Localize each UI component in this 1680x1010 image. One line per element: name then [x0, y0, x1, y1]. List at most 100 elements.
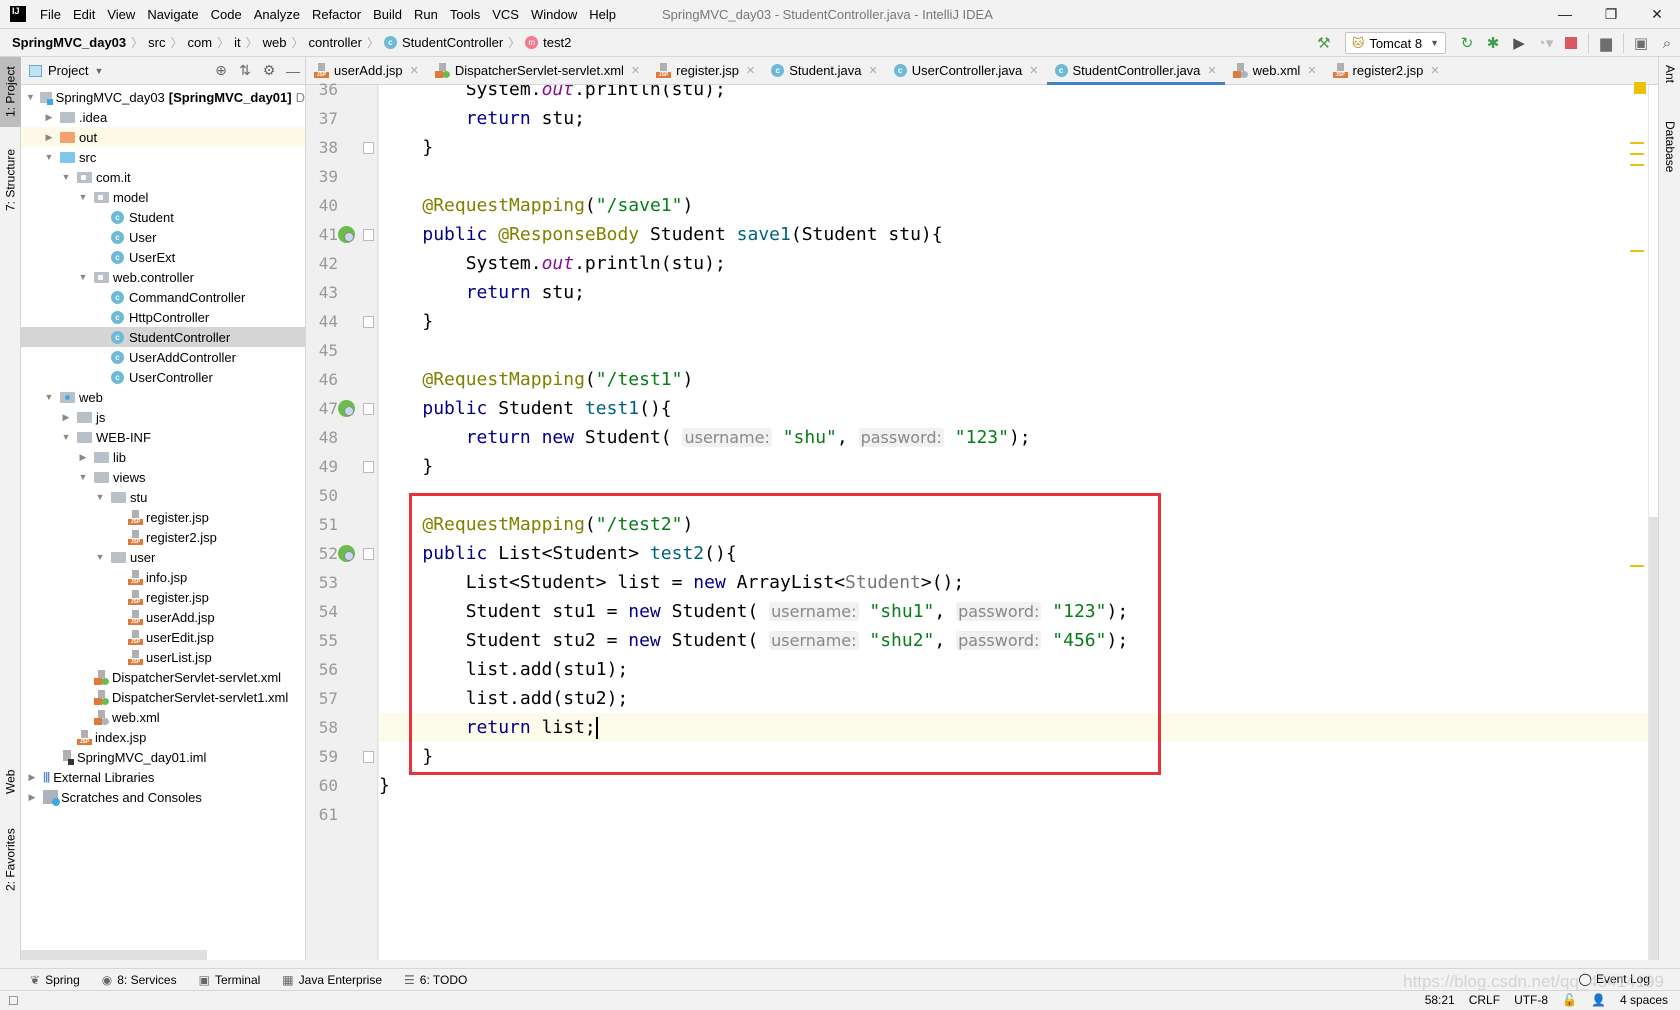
- close-button[interactable]: ✕: [1634, 0, 1680, 28]
- tool-window-structure[interactable]: 7: Structure: [0, 137, 21, 222]
- fold-marker-icon[interactable]: [363, 461, 374, 473]
- tree-node[interactable]: ▶ js: [21, 407, 305, 427]
- tab-web-xml[interactable]: web.xml ✕: [1225, 57, 1325, 84]
- tree-node[interactable]: ▼ user: [21, 547, 305, 567]
- tree-node[interactable]: ▼ WEB-INF: [21, 427, 305, 447]
- tab-studentcontroller-java[interactable]: c StudentController.java ✕: [1046, 57, 1225, 85]
- expand-arrow-right-icon[interactable]: ▶: [42, 112, 56, 123]
- expand-arrow-right-icon[interactable]: ▶: [59, 412, 73, 423]
- fold-marker-icon[interactable]: [363, 229, 374, 241]
- debug-icon[interactable]: ✱: [1480, 32, 1506, 54]
- tree-node[interactable]: info.jsp: [21, 567, 305, 587]
- run-with-coverage-icon[interactable]: ▶: [1506, 32, 1532, 54]
- spring-request-mapping-icon[interactable]: [338, 545, 355, 562]
- breadcrumb-item[interactable]: web: [259, 35, 291, 50]
- expand-arrow-right-icon[interactable]: ▶: [25, 792, 39, 803]
- menu-edit[interactable]: Edit: [67, 7, 101, 22]
- breadcrumb-item[interactable]: it: [230, 35, 245, 50]
- menu-help[interactable]: Help: [583, 7, 622, 22]
- tree-node[interactable]: DispatcherServlet-servlet.xml: [21, 667, 305, 687]
- minimize-button[interactable]: —: [1542, 0, 1588, 28]
- tree-node[interactable]: SpringMVC_day01.iml: [21, 747, 305, 767]
- expand-arrow-down-icon[interactable]: ▼: [42, 392, 56, 402]
- horizontal-scrollbar[interactable]: [21, 950, 207, 960]
- expand-arrow-down-icon[interactable]: ▼: [76, 472, 90, 482]
- tree-node[interactable]: ▶ ||| External Libraries: [21, 767, 305, 787]
- profile-icon[interactable]: ◔▾: [1532, 32, 1558, 54]
- tool-window-6-todo[interactable]: ☰ 6: TODO: [404, 973, 467, 987]
- fold-marker-icon[interactable]: [363, 548, 374, 560]
- tab-register-jsp[interactable]: register.jsp ✕: [648, 57, 763, 84]
- indent-setting[interactable]: 4 spaces: [1620, 993, 1668, 1007]
- fold-marker-icon[interactable]: [363, 751, 374, 763]
- collapse-all-icon[interactable]: ⇅: [233, 62, 257, 79]
- inspector-icon[interactable]: 👤: [1591, 993, 1606, 1007]
- expand-arrow-down-icon[interactable]: ▼: [59, 432, 73, 442]
- event-log-button[interactable]: ◯ Event Log: [1579, 972, 1650, 986]
- breadcrumb-item[interactable]: controller: [305, 35, 366, 50]
- expand-arrow-right-icon[interactable]: ▶: [42, 132, 56, 143]
- tree-node[interactable]: DispatcherServlet-servlet1.xml: [21, 687, 305, 707]
- tree-node[interactable]: index.jsp: [21, 727, 305, 747]
- tree-node[interactable]: ▼ model: [21, 187, 305, 207]
- tree-node[interactable]: ▼ stu: [21, 487, 305, 507]
- tree-node[interactable]: c CommandController: [21, 287, 305, 307]
- toggle-tool-windows-icon[interactable]: ☐: [8, 994, 19, 1008]
- update-restart-icon[interactable]: ↻: [1454, 32, 1480, 54]
- tool-window-favorites[interactable]: 2: Favorites: [0, 817, 21, 902]
- expand-arrow-down-icon[interactable]: ▼: [76, 272, 90, 282]
- tab-student-java[interactable]: c Student.java ✕: [763, 57, 886, 84]
- breadcrumb-item[interactable]: SpringMVC_day03: [0, 35, 130, 50]
- breadcrumb-item[interactable]: c StudentController: [380, 35, 507, 50]
- menu-navigate[interactable]: Navigate: [141, 7, 204, 22]
- tree-node[interactable]: web.xml: [21, 707, 305, 727]
- close-icon[interactable]: ✕: [1207, 64, 1216, 77]
- expand-arrow-down-icon[interactable]: ▼: [25, 92, 36, 102]
- tree-node[interactable]: c UserAddController: [21, 347, 305, 367]
- tab-register2-jsp[interactable]: register2.jsp ✕: [1325, 57, 1448, 84]
- gear-icon[interactable]: ⚙: [257, 62, 281, 79]
- run-configuration-select[interactable]: 🐱 Tomcat 8 ▼: [1344, 32, 1446, 54]
- close-icon[interactable]: ✕: [1029, 64, 1038, 77]
- tab-usercontroller-java[interactable]: c UserController.java ✕: [886, 57, 1047, 84]
- tree-node[interactable]: register.jsp: [21, 587, 305, 607]
- close-icon[interactable]: ✕: [746, 64, 755, 77]
- tree-node[interactable]: c User: [21, 227, 305, 247]
- tree-node[interactable]: c Student: [21, 207, 305, 227]
- caret-position[interactable]: 58:21: [1425, 993, 1455, 1007]
- breadcrumb-item[interactable]: src: [144, 35, 169, 50]
- search-icon[interactable]: ⌕: [1654, 32, 1680, 54]
- menu-code[interactable]: Code: [205, 7, 248, 22]
- error-stripe-marker[interactable]: [1630, 153, 1644, 155]
- lock-icon[interactable]: 🔓: [1562, 993, 1577, 1007]
- tree-node[interactable]: ▶ .idea: [21, 107, 305, 127]
- menu-analyze[interactable]: Analyze: [248, 7, 306, 22]
- tool-window-ant[interactable]: Ant: [1659, 61, 1680, 106]
- spring-request-mapping-icon[interactable]: [338, 226, 355, 243]
- tree-node[interactable]: ▼ com.it: [21, 167, 305, 187]
- tree-node[interactable]: c UserController: [21, 367, 305, 387]
- menu-file[interactable]: File: [34, 7, 67, 22]
- menu-view[interactable]: View: [101, 7, 141, 22]
- close-icon[interactable]: ✕: [1430, 64, 1439, 77]
- menu-build[interactable]: Build: [367, 7, 408, 22]
- tool-window-8-services[interactable]: ◉ 8: Services: [102, 973, 177, 987]
- menu-window[interactable]: Window: [525, 7, 583, 22]
- expand-arrow-down-icon[interactable]: ▼: [93, 552, 107, 562]
- hide-icon[interactable]: —: [281, 63, 305, 79]
- menu-run[interactable]: Run: [408, 7, 444, 22]
- expand-arrow-down-icon[interactable]: ▼: [59, 172, 73, 182]
- tree-node[interactable]: register2.jsp: [21, 527, 305, 547]
- stop-icon[interactable]: [1558, 32, 1584, 54]
- tree-node[interactable]: ▶ lib: [21, 447, 305, 467]
- vertical-scrollbar[interactable]: [1648, 85, 1659, 960]
- tool-window-web[interactable]: Web: [0, 757, 21, 807]
- close-icon[interactable]: ✕: [1307, 64, 1316, 77]
- tool-window-terminal[interactable]: ▣ Terminal: [199, 973, 261, 987]
- spring-request-mapping-icon[interactable]: [338, 400, 355, 417]
- restore-button[interactable]: ❐: [1588, 0, 1634, 28]
- inspection-status-icon[interactable]: [1634, 82, 1646, 94]
- tree-node[interactable]: c UserExt: [21, 247, 305, 267]
- tree-node[interactable]: ▼ src: [21, 147, 305, 167]
- tool-window-spring[interactable]: ❦ Spring: [30, 973, 80, 987]
